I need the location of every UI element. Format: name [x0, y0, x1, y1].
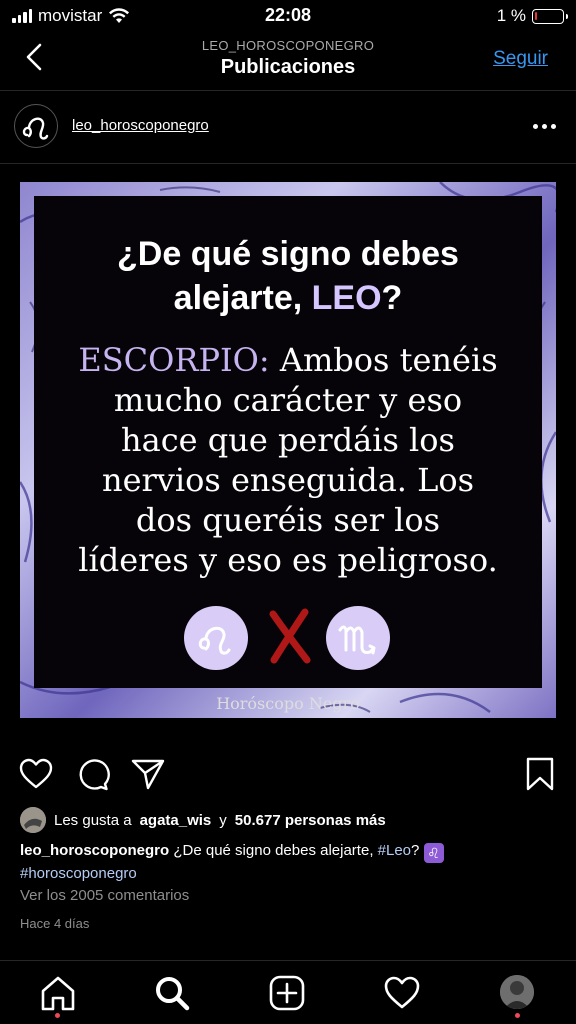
- battery-level: [535, 11, 537, 20]
- clock: 22:08: [264, 5, 312, 25]
- nav-subtitle: LEO_HOROSCOPONEGRO: [201, 38, 375, 53]
- status-bar: movistar 22:08 1 %: [0, 0, 576, 32]
- follow-button[interactable]: Seguir: [493, 48, 548, 70]
- leo-sign-icon: [184, 606, 248, 670]
- nav-divider: [0, 90, 576, 91]
- battery-icon: [532, 8, 568, 24]
- sign-label: ESCORPIO:: [78, 341, 270, 379]
- question-line-2: alejarte, LEO?: [34, 276, 542, 320]
- post-username[interactable]: leo_horoscoponegro: [72, 117, 209, 134]
- tab-bar: [0, 960, 576, 1024]
- add-icon[interactable]: [267, 973, 307, 1013]
- profile-avatar[interactable]: [500, 975, 534, 1009]
- image-credit: Horóscopo Negro: [216, 694, 360, 713]
- hashtag-horoscoponegro[interactable]: #horoscoponegro: [20, 865, 137, 882]
- view-comments-link[interactable]: Ver los 2005 comentarios: [20, 887, 189, 904]
- battery-percent: 1 %: [496, 6, 526, 25]
- question-highlight: LEO: [311, 279, 382, 317]
- question-line-1: ¿De qué signo debes: [117, 235, 459, 273]
- avatar[interactable]: [14, 104, 58, 148]
- answer-line-5: dos queréis ser los: [135, 501, 441, 539]
- post-caption: leo_horoscoponegro ¿De qué signo debes a…: [20, 840, 560, 884]
- question-suffix: ?: [381, 279, 403, 317]
- caption-text: ¿De qué signo debes alejarte,: [169, 842, 378, 859]
- liker-avatar: [20, 807, 46, 833]
- header-divider: [0, 163, 576, 164]
- answer-line-1: ESCORPIO: Ambos tenéis: [54, 340, 522, 380]
- status-right: 1 %: [496, 6, 568, 26]
- caption-username[interactable]: leo_horoscoponegro: [20, 842, 169, 859]
- likes-connector: y: [219, 811, 227, 829]
- nav-bar: LEO_HOROSCOPONEGRO Publicaciones Seguir: [0, 32, 576, 88]
- question-prefix: alejarte,: [173, 279, 312, 317]
- post-answer: ESCORPIO: Ambos tenéis mucho carácter y …: [54, 340, 522, 580]
- likes-prefix: Les gusta a: [54, 811, 132, 829]
- activity-heart-icon[interactable]: [382, 973, 422, 1013]
- sign-comparison: [34, 606, 542, 674]
- post-header: leo_horoscoponegro: [0, 92, 576, 162]
- bookmark-icon[interactable]: [522, 756, 558, 792]
- comment-icon[interactable]: [75, 756, 111, 792]
- likes-row[interactable]: Les gusta a agata_wis y 50.677 personas …: [20, 806, 386, 834]
- search-icon[interactable]: [152, 973, 192, 1013]
- leo-logo-icon: [22, 117, 49, 140]
- liker-username[interactable]: agata_wis: [140, 812, 212, 829]
- likes-count[interactable]: 50.677 personas más: [235, 812, 386, 829]
- hashtag-leo[interactable]: #Leo: [378, 842, 411, 859]
- answer-text-1: Ambos tenéis: [269, 341, 498, 379]
- answer-line-3: hace que perdáis los: [121, 421, 455, 459]
- action-bar: [0, 750, 576, 800]
- answer-line-4: nervios enseguida. Los: [101, 461, 475, 499]
- answer-line-2: mucho carácter y eso: [113, 381, 463, 419]
- post-question: ¿De qué signo debes alejarte, LEO?: [34, 232, 542, 320]
- profile-notification-dot: [515, 1013, 520, 1018]
- scorpio-sign-icon: [326, 606, 390, 670]
- post-image[interactable]: ¿De qué signo debes alejarte, LEO? ESCOR…: [20, 182, 556, 718]
- home-icon[interactable]: [38, 973, 78, 1013]
- page-title: Publicaciones: [220, 56, 356, 78]
- post-card: ¿De qué signo debes alejarte, LEO? ESCOR…: [34, 196, 542, 713]
- answer-line-6: líderes y eso es peligroso.: [78, 541, 498, 579]
- versus-cross-icon: [265, 606, 315, 666]
- more-icon[interactable]: [533, 124, 556, 129]
- caption-after: ?: [411, 842, 424, 859]
- home-notification-dot: [55, 1013, 60, 1018]
- heart-icon[interactable]: [18, 756, 54, 792]
- paper-plane-icon[interactable]: [130, 756, 166, 792]
- leo-emoji-icon: ♌: [423, 843, 444, 863]
- post-timestamp: Hace 4 días: [20, 916, 90, 931]
